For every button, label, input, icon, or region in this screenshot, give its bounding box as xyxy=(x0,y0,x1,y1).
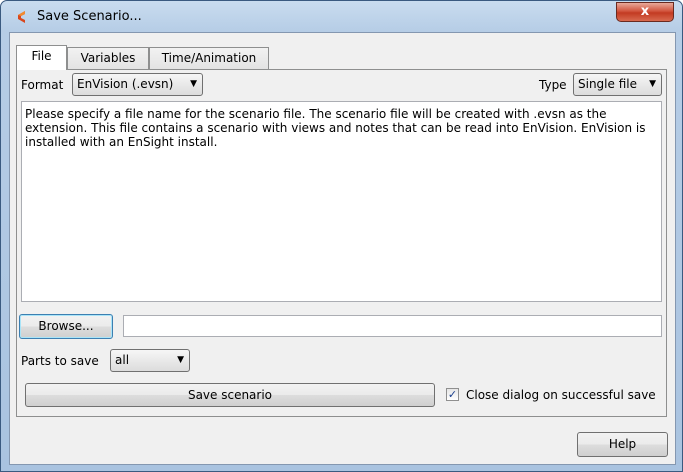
file-path-input[interactable] xyxy=(123,315,662,337)
format-label: Format xyxy=(21,78,64,92)
close-on-save-label: Close dialog on successful save xyxy=(466,388,656,402)
close-on-save-checkbox[interactable]: ✓ xyxy=(446,388,459,401)
type-label: Type xyxy=(539,78,567,92)
chevron-down-icon: ▼ xyxy=(649,79,656,89)
save-scenario-dialog: Save Scenario... x File Variables Time/A… xyxy=(0,0,683,472)
window-title: Save Scenario... xyxy=(37,9,142,24)
chevron-down-icon: ▼ xyxy=(177,355,184,365)
format-select[interactable]: EnVision (.evsn) ▼ xyxy=(72,73,203,96)
save-scenario-button[interactable]: Save scenario xyxy=(25,383,435,407)
title-bar: Save Scenario... x xyxy=(1,1,682,32)
chevron-down-icon: ▼ xyxy=(190,79,197,89)
tab-time-animation[interactable]: Time/Animation xyxy=(149,47,269,69)
description-text: Please specify a file name for the scena… xyxy=(21,101,662,302)
dialog-body: File Variables Time/Animation Format EnV… xyxy=(9,32,676,465)
close-button[interactable]: x xyxy=(616,2,674,22)
type-value: Single file xyxy=(578,77,637,91)
file-tab-panel: Format EnVision (.evsn) ▼ Type Single fi… xyxy=(16,69,667,417)
parts-value: all xyxy=(115,353,130,367)
tab-file[interactable]: File xyxy=(16,45,67,70)
browse-button[interactable]: Browse... xyxy=(19,314,113,339)
tab-variables[interactable]: Variables xyxy=(67,47,149,69)
format-value: EnVision (.evsn) xyxy=(77,77,174,91)
help-button[interactable]: Help xyxy=(577,432,668,457)
type-select[interactable]: Single file ▼ xyxy=(573,73,662,96)
parts-select[interactable]: all ▼ xyxy=(110,349,190,372)
ensight-logo-icon xyxy=(18,11,25,23)
parts-to-save-label: Parts to save xyxy=(21,354,99,368)
